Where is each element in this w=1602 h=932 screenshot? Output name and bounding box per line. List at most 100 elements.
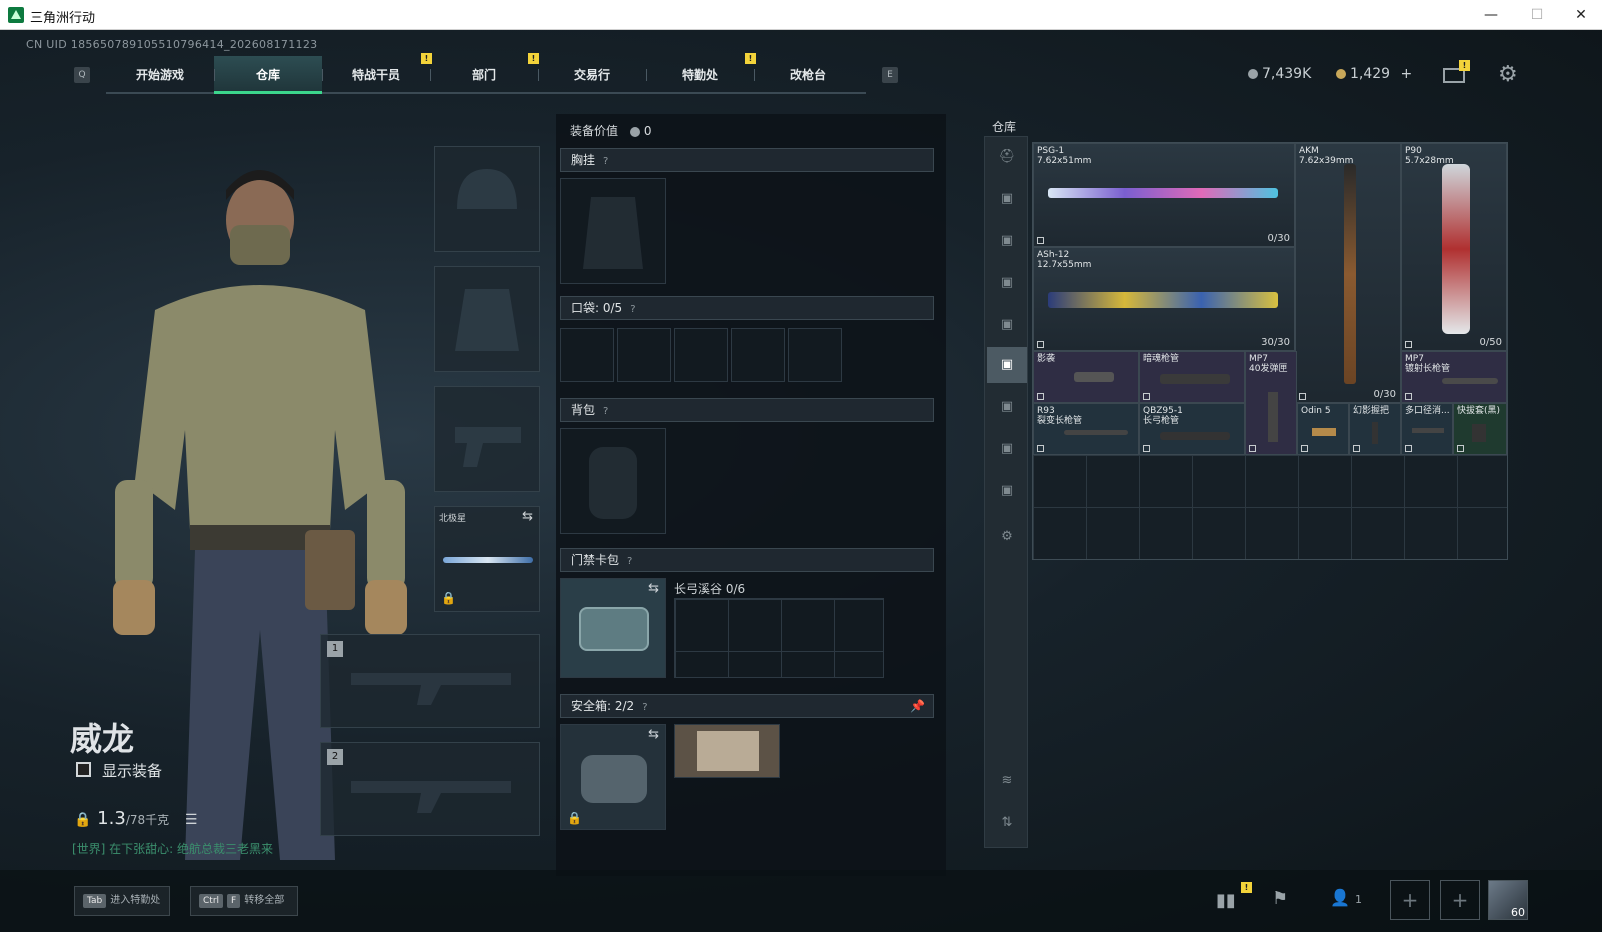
safebox-item-slot[interactable]	[674, 724, 780, 778]
player-avatar[interactable]: 60	[1488, 880, 1528, 920]
primary-weapon-slot-1[interactable]: 1	[320, 634, 540, 728]
storage-tab-active-icon[interactable]: ▣	[987, 347, 1027, 383]
warehouse-item[interactable]: 快拔套(黑)	[1453, 403, 1507, 455]
silver-coin-icon	[629, 126, 640, 137]
pocket-slot-2[interactable]	[617, 328, 671, 382]
ash12-image	[1048, 292, 1278, 308]
stats-alert-badge: !	[1241, 882, 1252, 893]
flag-icon[interactable]: ⚑	[1272, 888, 1288, 909]
safebox-image	[581, 755, 647, 803]
helmet-slot[interactable]	[434, 146, 540, 252]
pin-icon[interactable]: 📌	[910, 695, 925, 717]
mail-alert-badge: !	[1459, 60, 1470, 71]
help-icon[interactable]: ?	[603, 156, 608, 167]
gold-balance: 1,429 +	[1336, 66, 1412, 82]
tab-operators[interactable]: 特战干员	[322, 56, 430, 94]
melee-slot[interactable]: 北极星 ⇆ 🔒	[434, 506, 540, 612]
pistol-slot[interactable]	[434, 386, 540, 492]
settings-gear-icon[interactable]: ⚙	[1498, 62, 1518, 87]
keycard-grid[interactable]	[674, 598, 884, 678]
pocket-slot-5[interactable]	[788, 328, 842, 382]
tab-warehouse[interactable]: 仓库	[214, 56, 322, 94]
add-currency-button[interactable]: +	[1401, 66, 1413, 82]
storage-tab-6-icon[interactable]: ▣	[996, 441, 1018, 457]
game-viewport: CN UID 185650789105510796414_20260817112…	[0, 30, 1602, 932]
lock-icon: 🔒	[74, 812, 92, 828]
warehouse-item[interactable]: PSG-1 7.62x51mm 0/30	[1033, 143, 1295, 247]
helmet-category-icon[interactable]: ⛑	[996, 149, 1018, 165]
storage-tab-4-icon[interactable]: ▣	[996, 317, 1018, 333]
item-image	[1160, 374, 1230, 384]
pocket-slot-4[interactable]	[731, 328, 785, 382]
warehouse-item[interactable]: P90 5.7x28mm 0/50	[1401, 143, 1507, 351]
minimize-button[interactable]: —	[1468, 0, 1514, 30]
swap-icon[interactable]: ⇆	[522, 509, 533, 524]
warehouse-grid[interactable]: PSG-1 7.62x51mm 0/30 AKM 7.62x39mm 0/30 …	[1032, 142, 1508, 560]
warehouse-item[interactable]: MP7 40发弹匣	[1245, 351, 1297, 455]
warehouse-item[interactable]: 暗魂枪管	[1139, 351, 1245, 403]
gear-settings-icon[interactable]: ⚙	[996, 529, 1018, 545]
warehouse-item[interactable]: Odin 5	[1297, 403, 1349, 455]
gold-coin-icon	[1336, 69, 1346, 79]
help-icon[interactable]: ?	[627, 556, 632, 567]
tab-start-game[interactable]: 开始游戏	[106, 56, 214, 94]
warehouse-item[interactable]: R93 裂变长枪管	[1033, 403, 1139, 455]
help-icon[interactable]: ?	[642, 702, 647, 713]
stats-chart-icon[interactable]: ▮▮	[1216, 890, 1236, 911]
psg1-image	[1048, 188, 1278, 198]
chest-rig-slot[interactable]	[560, 178, 666, 284]
warehouse-item[interactable]: 幻影握把	[1349, 403, 1401, 455]
help-icon[interactable]: ?	[603, 406, 608, 417]
warehouse-item[interactable]: AKM 7.62x39mm 0/30	[1295, 143, 1401, 403]
squad-icon[interactable]: 👤 1	[1330, 888, 1362, 907]
warehouse-item[interactable]: ASh-12 12.7x55mm 30/30	[1033, 247, 1295, 351]
safebox-header: 安全箱: 2/2? 📌	[560, 694, 934, 718]
safebox-slot[interactable]: ⇆ 🔒	[560, 724, 666, 830]
keycard-case-slot[interactable]: ⇆	[560, 578, 666, 678]
item-image	[1312, 428, 1336, 436]
carry-weight: 🔒 1.3/78千克 ☰	[74, 808, 198, 829]
pocket-slot-1[interactable]	[560, 328, 614, 382]
warehouse-item[interactable]: 多口径消...	[1401, 403, 1453, 455]
enter-special-ops-button[interactable]: Tab 进入特勤处	[74, 886, 170, 916]
warehouse-item[interactable]: QBZ95-1 长弓枪管	[1139, 403, 1245, 455]
storage-tab-7-icon[interactable]: ▣	[996, 483, 1018, 499]
primary-weapon-slot-2[interactable]: 2	[320, 742, 540, 836]
show-gear-checkbox[interactable]	[76, 762, 91, 777]
swap-icon[interactable]: ⇆	[648, 581, 659, 596]
armor-slot[interactable]	[434, 266, 540, 372]
transfer-all-button[interactable]: Ctrl F 转移全部	[190, 886, 298, 916]
swap-icon[interactable]: ⇆	[648, 727, 659, 742]
storage-tab-3-icon[interactable]: ▣	[996, 275, 1018, 291]
warehouse-item[interactable]: MP7 镀射长枪管	[1401, 351, 1507, 403]
equipment-panel: 装备价值 0 胸挂? 口袋: 0/5? 背包? 门禁卡包? ⇆ 长弓溪谷 0/6…	[556, 114, 946, 876]
maximize-button[interactable]: ☐	[1514, 0, 1560, 30]
invite-slot-1[interactable]: +	[1390, 880, 1430, 920]
document-item-image	[697, 731, 759, 771]
list-icon[interactable]: ☰	[185, 812, 198, 828]
lock-icon: 🔒	[567, 811, 582, 825]
storage-tab-1-icon[interactable]: ▣	[996, 191, 1018, 207]
sort-icon[interactable]: ⇅	[996, 815, 1018, 831]
tab-special-ops[interactable]: 特勤处	[646, 56, 754, 94]
melee-label: 北极星	[439, 514, 467, 524]
warehouse-sidebar: ⛑ ▣ ▣ ▣ ▣ ▣ ▣ ▣ ▣ ⚙ ≋ ⇅	[984, 136, 1028, 848]
item-image	[1160, 432, 1230, 440]
storage-tab-5-icon[interactable]: ▣	[996, 399, 1018, 415]
help-icon[interactable]: ?	[630, 304, 635, 315]
tab-gunsmith[interactable]: 改枪台	[754, 56, 862, 94]
tab-department[interactable]: 部门	[430, 56, 538, 94]
special-ops-alert-badge: !	[745, 53, 756, 64]
close-button[interactable]: ✕	[1558, 0, 1602, 30]
chest-rig-header: 胸挂?	[560, 148, 934, 172]
pocket-slot-3[interactable]	[674, 328, 728, 382]
warehouse-item[interactable]: 影袭	[1033, 351, 1139, 403]
player-uid: CN UID 185650789105510796414_20260817112…	[26, 38, 318, 51]
tab-trading[interactable]: 交易行	[538, 56, 646, 94]
storage-tab-2-icon[interactable]: ▣	[996, 233, 1018, 249]
invite-slot-2[interactable]: +	[1440, 880, 1480, 920]
knife-image	[443, 557, 533, 563]
layers-icon[interactable]: ≋	[996, 773, 1018, 789]
world-chat-line[interactable]: [世界] 在下张甜心: 绝航总裁三老黑来	[72, 840, 273, 857]
backpack-slot[interactable]	[560, 428, 666, 534]
